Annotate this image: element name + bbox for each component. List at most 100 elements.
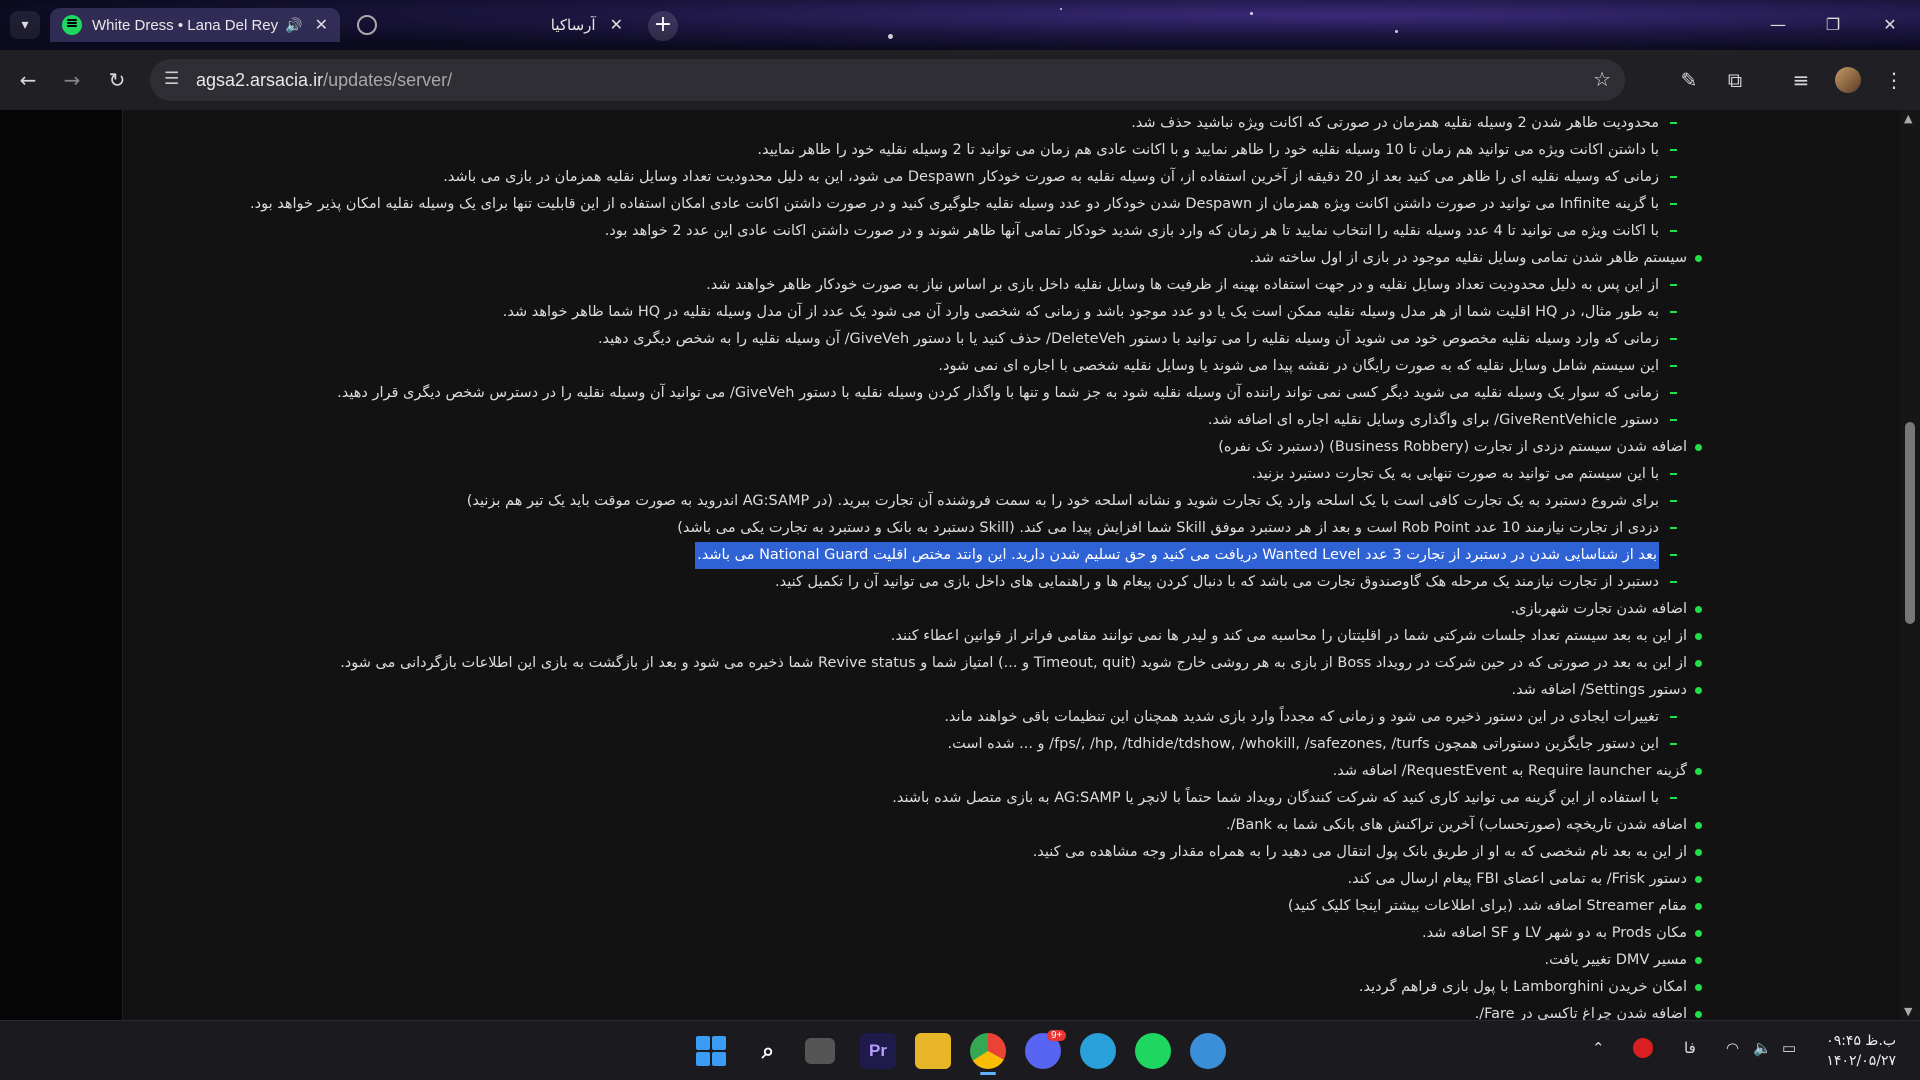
list-item-text: گزینه Require launcher به RequestEvent/ …: [1332, 763, 1687, 779]
sub-list-item: زمانی که وارد وسیله نقلیه مخصوص خود می ش…: [147, 326, 1707, 353]
clock-time: ۰۹:۴۵ ب.ظ: [1826, 1033, 1896, 1049]
profile-avatar[interactable]: [1835, 67, 1861, 93]
page-scrollbar[interactable]: ▲ ▼: [1900, 110, 1920, 1020]
list-item: از این به بعد در صورتی که در حین شرکت در…: [147, 650, 1707, 677]
list-item: اضافه شدن چراغ تاکسی در Fare/.: [147, 1001, 1707, 1020]
reload-icon[interactable]: ↻: [101, 64, 133, 96]
list-item-text: اضافه شدن تجارت شهربازی.: [1510, 601, 1687, 617]
list-item: دستور Settings/ اضافه شد.: [147, 677, 1707, 704]
menu-kebab-icon[interactable]: ⋮: [1878, 64, 1910, 96]
battery-icon[interactable]: ▭: [1782, 1039, 1796, 1057]
task-view-icon[interactable]: [805, 1038, 835, 1064]
keyboard-language[interactable]: فا: [1684, 1039, 1696, 1057]
windows-start-icon[interactable]: [693, 1033, 729, 1069]
media-control-icon[interactable]: ≡: [1785, 64, 1817, 96]
list-item-text: از این به بعد سیستم تعداد جلسات شرکتی شم…: [890, 628, 1687, 644]
close-window-icon[interactable]: ✕: [1870, 10, 1910, 40]
sub-list-item: دستور GiveRentVehicle/ برای واگذاری وسای…: [147, 407, 1707, 434]
sub-list-item: از این پس به دلیل محدودیت تعداد وسایل نق…: [147, 272, 1707, 299]
sub-list-item: با استفاده از این گزینه می توانید کاری ک…: [147, 785, 1707, 812]
list-item-text: برای شروع دستبرد به یک تجارت کافی است با…: [466, 493, 1659, 509]
list-item: مسیر DMV تغییر یافت.: [147, 947, 1707, 974]
sub-list-item: این دستور جایگزین دستوراتی همچون fps/, /…: [147, 731, 1707, 758]
list-item-text: اضافه شدن چراغ تاکسی در Fare/.: [1474, 1006, 1687, 1020]
list-item-text: با گزینه Infinite می توانید در صورت داشت…: [250, 196, 1659, 212]
tab-spotify[interactable]: White Dress • Lana Del Rey 🔊 ✕: [50, 8, 340, 42]
list-item-text: دستور GiveRentVehicle/ برای واگذاری وسای…: [1207, 412, 1659, 428]
background-star: [1060, 8, 1062, 10]
telegram-icon[interactable]: [1080, 1033, 1116, 1069]
list-item: اضافه شدن تاریخچه (صورتحساب) آخرین تراکن…: [147, 812, 1707, 839]
extensions-puzzle-icon[interactable]: ⧉: [1719, 64, 1751, 96]
url-text[interactable]: agsa2.arsacia.ir/updates/server/: [196, 70, 452, 91]
sub-list-item: با داشتن اکانت ویژه می توانید هم زمان تا…: [147, 137, 1707, 164]
forward-icon[interactable]: →: [56, 64, 88, 96]
sub-list-item: زمانی که وسیله نقلیه ای را ظاهر می کنید …: [147, 164, 1707, 191]
restore-icon[interactable]: ❐: [1813, 10, 1853, 40]
scrollbar-thumb[interactable]: [1905, 422, 1915, 624]
tray-overflow-icon[interactable]: ⌃: [1592, 1039, 1605, 1057]
sub-list-item: با گزینه Infinite می توانید در صورت داشت…: [147, 191, 1707, 218]
spotify-taskbar-icon[interactable]: [1135, 1033, 1171, 1069]
list-item: اضافه شدن سیستم دزدی از تجارت (Business …: [147, 434, 1707, 461]
clock[interactable]: ۰۹:۴۵ ب.ظ ۱۴۰۲/۰۵/۲۷: [1826, 1031, 1896, 1071]
extension-wand-icon[interactable]: ✎: [1673, 64, 1705, 96]
spotify-icon: [62, 15, 82, 35]
discord-badge: 9+: [1047, 1030, 1067, 1041]
list-item: مکان Prods به دو شهر LV و SF اضافه شد.: [147, 920, 1707, 947]
minimize-icon[interactable]: —: [1758, 10, 1798, 40]
list-item: اضافه شدن تجارت شهربازی.: [147, 596, 1707, 623]
tab-arsacia[interactable]: آرساکیا ✕: [345, 8, 635, 42]
close-icon[interactable]: ✕: [315, 15, 328, 35]
list-item-text: دستبرد از تجارت نیازمند یک مرحله هک گاوص…: [775, 574, 1659, 590]
sub-list-item: دزدی از تجارت نیازمند 10 عدد Rob Point ا…: [147, 515, 1707, 542]
speaker-icon[interactable]: 🔊: [285, 17, 302, 34]
back-icon[interactable]: ←: [12, 64, 44, 96]
list-item-text: با استفاده از این گزینه می توانید کاری ک…: [892, 790, 1659, 806]
list-item-text: دزدی از تجارت نیازمند 10 عدد Rob Point ا…: [677, 520, 1659, 536]
list-item: امکان خریدن Lamborghini با پول بازی فراه…: [147, 974, 1707, 1001]
web-page: محدودیت ظاهر شدن 2 وسیله نقلیه همزمان در…: [0, 110, 1920, 1020]
list-item-text: مقام Streamer اضافه شد. (برای اطلاعات بی…: [1287, 898, 1687, 914]
sub-list-item: به طور مثال، در HQ اقلیت شما از هر مدل و…: [147, 299, 1707, 326]
list-item-text: به طور مثال، در HQ اقلیت شما از هر مدل و…: [502, 304, 1659, 320]
search-icon[interactable]: ⌕: [750, 1033, 786, 1069]
tab-title: آرساکیا: [550, 17, 596, 34]
list-item-text: اضافه شدن تاریخچه (صورتحساب) آخرین تراکن…: [1225, 817, 1687, 833]
vpn-app-icon[interactable]: [1190, 1033, 1226, 1069]
list-item-text: تغییرات ایجادی در این دستور ذخیره می شود…: [944, 709, 1659, 725]
chrome-icon[interactable]: [970, 1033, 1006, 1069]
list-item-text: این دستور جایگزین دستوراتی همچون fps/, /…: [947, 736, 1659, 752]
list-item-text: زمانی که وسیله نقلیه ای را ظاهر می کنید …: [443, 169, 1659, 185]
close-icon[interactable]: ✕: [610, 15, 623, 35]
address-bar[interactable]: ☰ agsa2.arsacia.ir/updates/server/ ☆: [150, 59, 1625, 101]
bookmark-star-icon[interactable]: ☆: [1593, 67, 1611, 91]
premiere-pro-icon[interactable]: Pr: [860, 1033, 896, 1069]
sub-list-item: دستبرد از تجارت نیازمند یک مرحله هک گاوص…: [147, 569, 1707, 596]
taskbar: ⌕ Pr 9+ ⌃ فا ◠ 🔈 ▭ ۰۹:۴۵ ب.ظ ۱۴۰۲/۰۵/۲۷: [0, 1020, 1920, 1080]
wifi-icon[interactable]: ◠: [1726, 1039, 1739, 1057]
volume-icon[interactable]: 🔈: [1753, 1039, 1772, 1057]
list-item: دستور Frisk/ به تمامی اعضای FBI پیغام ار…: [147, 866, 1707, 893]
active-app-indicator: [980, 1072, 996, 1075]
list-item-text: با اکانت ویژه می توانید تا 4 عدد وسیله ن…: [604, 223, 1659, 239]
scroll-down-icon[interactable]: ▼: [1904, 1005, 1912, 1018]
file-explorer-icon[interactable]: [915, 1033, 951, 1069]
tab-search-button[interactable]: ▾: [10, 11, 40, 39]
tray-app-icon[interactable]: [1633, 1038, 1653, 1058]
list-item-text: امکان خریدن Lamborghini با پول بازی فراه…: [1358, 979, 1687, 995]
tab-title: White Dress • Lana Del Rey: [92, 16, 279, 34]
list-item: از این به بعد سیستم تعداد جلسات شرکتی شم…: [147, 623, 1707, 650]
list-item-text: با این سیستم می توانید به صورت تنهایی به…: [1251, 466, 1659, 482]
sub-list-item: بعد از شناسایی شدن در دستبرد از تجارت 3 …: [147, 542, 1707, 569]
scroll-up-icon[interactable]: ▲: [1904, 112, 1912, 125]
site-settings-icon[interactable]: ☰: [164, 69, 179, 89]
new-tab-button[interactable]: +: [648, 11, 678, 41]
list-item-text: مسیر DMV تغییر یافت.: [1544, 952, 1687, 968]
list-item-text: مکان Prods به دو شهر LV و SF اضافه شد.: [1421, 925, 1687, 941]
sub-list-item: با این سیستم می توانید به صورت تنهایی به…: [147, 461, 1707, 488]
list-item-text: دستور Frisk/ به تمامی اعضای FBI پیغام ار…: [1347, 871, 1687, 887]
list-item-text: از این به بعد در صورتی که در حین شرکت در…: [340, 655, 1687, 671]
list-item-text: از این پس به دلیل محدودیت تعداد وسایل نق…: [706, 277, 1659, 293]
list-item-text: سیستم ظاهر شدن تمامی وسایل نقلیه موجود د…: [1249, 250, 1688, 266]
